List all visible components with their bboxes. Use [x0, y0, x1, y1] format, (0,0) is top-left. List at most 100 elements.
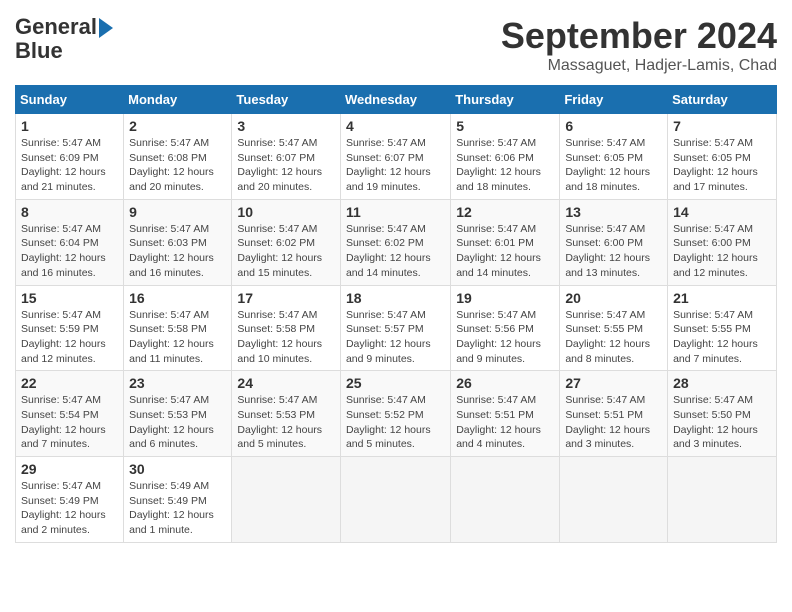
calendar-cell: 29 Sunrise: 5:47 AM Sunset: 5:49 PM Dayl…	[16, 457, 124, 543]
day-info: Sunrise: 5:47 AM Sunset: 6:06 PM Dayligh…	[456, 136, 554, 195]
sunrise-label: Sunrise: 5:47 AM	[565, 223, 645, 235]
daylight-label: Daylight: 12 hours and 16 minutes.	[21, 252, 106, 279]
day-header: Thursday	[451, 86, 560, 114]
sunrise-label: Sunrise: 5:47 AM	[456, 223, 536, 235]
calendar-cell	[451, 457, 560, 543]
day-header: Wednesday	[340, 86, 450, 114]
sunrise-label: Sunrise: 5:47 AM	[129, 223, 209, 235]
calendar-cell: 7 Sunrise: 5:47 AM Sunset: 6:05 PM Dayli…	[668, 114, 777, 200]
calendar-cell: 19 Sunrise: 5:47 AM Sunset: 5:56 PM Dayl…	[451, 285, 560, 371]
sunset-label: Sunset: 5:55 PM	[673, 323, 751, 335]
calendar-subtitle: Massaguet, Hadjer-Lamis, Chad	[501, 57, 777, 75]
day-info: Sunrise: 5:47 AM Sunset: 6:05 PM Dayligh…	[565, 136, 662, 195]
sunrise-label: Sunrise: 5:47 AM	[565, 137, 645, 149]
calendar-cell: 12 Sunrise: 5:47 AM Sunset: 6:01 PM Dayl…	[451, 199, 560, 285]
sunrise-label: Sunrise: 5:47 AM	[21, 137, 101, 149]
day-number: 27	[565, 375, 662, 391]
sunset-label: Sunset: 5:53 PM	[237, 409, 315, 421]
day-header: Friday	[560, 86, 668, 114]
sunset-label: Sunset: 6:08 PM	[129, 152, 207, 164]
sunset-label: Sunset: 5:53 PM	[129, 409, 207, 421]
calendar-title: September 2024	[501, 15, 777, 57]
day-info: Sunrise: 5:47 AM Sunset: 6:03 PM Dayligh…	[129, 222, 226, 281]
calendar-cell: 30 Sunrise: 5:49 AM Sunset: 5:49 PM Dayl…	[124, 457, 232, 543]
sunrise-label: Sunrise: 5:49 AM	[129, 480, 209, 492]
day-number: 1	[21, 118, 118, 134]
day-info: Sunrise: 5:47 AM Sunset: 5:56 PM Dayligh…	[456, 308, 554, 367]
sunset-label: Sunset: 5:58 PM	[129, 323, 207, 335]
calendar-body: 1 Sunrise: 5:47 AM Sunset: 6:09 PM Dayli…	[16, 114, 777, 543]
sunset-label: Sunset: 6:02 PM	[237, 237, 315, 249]
daylight-label: Daylight: 12 hours and 5 minutes.	[346, 424, 431, 451]
day-number: 25	[346, 375, 445, 391]
daylight-label: Daylight: 12 hours and 21 minutes.	[21, 166, 106, 193]
calendar-cell: 21 Sunrise: 5:47 AM Sunset: 5:55 PM Dayl…	[668, 285, 777, 371]
day-header: Sunday	[16, 86, 124, 114]
daylight-label: Daylight: 12 hours and 4 minutes.	[456, 424, 541, 451]
calendar-cell: 4 Sunrise: 5:47 AM Sunset: 6:07 PM Dayli…	[340, 114, 450, 200]
daylight-label: Daylight: 12 hours and 14 minutes.	[346, 252, 431, 279]
day-info: Sunrise: 5:47 AM Sunset: 5:49 PM Dayligh…	[21, 479, 118, 538]
calendar-cell: 5 Sunrise: 5:47 AM Sunset: 6:06 PM Dayli…	[451, 114, 560, 200]
sunset-label: Sunset: 6:05 PM	[673, 152, 751, 164]
day-header: Monday	[124, 86, 232, 114]
day-info: Sunrise: 5:47 AM Sunset: 5:57 PM Dayligh…	[346, 308, 445, 367]
sunrise-label: Sunrise: 5:47 AM	[456, 394, 536, 406]
daylight-label: Daylight: 12 hours and 9 minutes.	[346, 338, 431, 365]
sunrise-label: Sunrise: 5:47 AM	[673, 223, 753, 235]
calendar-cell: 22 Sunrise: 5:47 AM Sunset: 5:54 PM Dayl…	[16, 371, 124, 457]
daylight-label: Daylight: 12 hours and 11 minutes.	[129, 338, 214, 365]
sunrise-label: Sunrise: 5:47 AM	[21, 480, 101, 492]
daylight-label: Daylight: 12 hours and 18 minutes.	[456, 166, 541, 193]
day-info: Sunrise: 5:47 AM Sunset: 5:53 PM Dayligh…	[237, 393, 335, 452]
sunset-label: Sunset: 6:07 PM	[346, 152, 424, 164]
daylight-label: Daylight: 12 hours and 9 minutes.	[456, 338, 541, 365]
sunset-label: Sunset: 5:51 PM	[565, 409, 643, 421]
logo: General Blue	[15, 15, 113, 63]
daylight-label: Daylight: 12 hours and 16 minutes.	[129, 252, 214, 279]
calendar-cell: 15 Sunrise: 5:47 AM Sunset: 5:59 PM Dayl…	[16, 285, 124, 371]
sunrise-label: Sunrise: 5:47 AM	[21, 309, 101, 321]
daylight-label: Daylight: 12 hours and 10 minutes.	[237, 338, 322, 365]
calendar-week-row: 15 Sunrise: 5:47 AM Sunset: 5:59 PM Dayl…	[16, 285, 777, 371]
day-number: 18	[346, 290, 445, 306]
day-info: Sunrise: 5:47 AM Sunset: 6:02 PM Dayligh…	[346, 222, 445, 281]
title-area: September 2024 Massaguet, Hadjer-Lamis, …	[501, 15, 777, 75]
daylight-label: Daylight: 12 hours and 12 minutes.	[21, 338, 106, 365]
day-number: 28	[673, 375, 771, 391]
day-info: Sunrise: 5:47 AM Sunset: 6:04 PM Dayligh…	[21, 222, 118, 281]
calendar-cell	[668, 457, 777, 543]
sunrise-label: Sunrise: 5:47 AM	[673, 137, 753, 149]
day-info: Sunrise: 5:47 AM Sunset: 6:01 PM Dayligh…	[456, 222, 554, 281]
sunrise-label: Sunrise: 5:47 AM	[129, 394, 209, 406]
sunrise-label: Sunrise: 5:47 AM	[237, 394, 317, 406]
daylight-label: Daylight: 12 hours and 15 minutes.	[237, 252, 322, 279]
calendar-cell: 8 Sunrise: 5:47 AM Sunset: 6:04 PM Dayli…	[16, 199, 124, 285]
calendar-cell	[232, 457, 341, 543]
calendar-week-row: 29 Sunrise: 5:47 AM Sunset: 5:49 PM Dayl…	[16, 457, 777, 543]
daylight-label: Daylight: 12 hours and 18 minutes.	[565, 166, 650, 193]
day-info: Sunrise: 5:47 AM Sunset: 5:51 PM Dayligh…	[565, 393, 662, 452]
day-number: 21	[673, 290, 771, 306]
day-number: 7	[673, 118, 771, 134]
day-number: 23	[129, 375, 226, 391]
sunset-label: Sunset: 5:58 PM	[237, 323, 315, 335]
day-info: Sunrise: 5:47 AM Sunset: 6:09 PM Dayligh…	[21, 136, 118, 195]
sunset-label: Sunset: 5:52 PM	[346, 409, 424, 421]
day-number: 26	[456, 375, 554, 391]
sunrise-label: Sunrise: 5:47 AM	[565, 394, 645, 406]
daylight-label: Daylight: 12 hours and 3 minutes.	[673, 424, 758, 451]
calendar-cell: 28 Sunrise: 5:47 AM Sunset: 5:50 PM Dayl…	[668, 371, 777, 457]
day-info: Sunrise: 5:47 AM Sunset: 6:07 PM Dayligh…	[237, 136, 335, 195]
day-info: Sunrise: 5:47 AM Sunset: 6:07 PM Dayligh…	[346, 136, 445, 195]
sunrise-label: Sunrise: 5:47 AM	[21, 394, 101, 406]
calendar-cell: 25 Sunrise: 5:47 AM Sunset: 5:52 PM Dayl…	[340, 371, 450, 457]
sunrise-label: Sunrise: 5:47 AM	[237, 223, 317, 235]
sunset-label: Sunset: 5:49 PM	[129, 495, 207, 507]
day-header: Tuesday	[232, 86, 341, 114]
sunset-label: Sunset: 6:06 PM	[456, 152, 534, 164]
day-number: 8	[21, 204, 118, 220]
calendar-cell: 23 Sunrise: 5:47 AM Sunset: 5:53 PM Dayl…	[124, 371, 232, 457]
day-info: Sunrise: 5:47 AM Sunset: 6:08 PM Dayligh…	[129, 136, 226, 195]
day-number: 3	[237, 118, 335, 134]
